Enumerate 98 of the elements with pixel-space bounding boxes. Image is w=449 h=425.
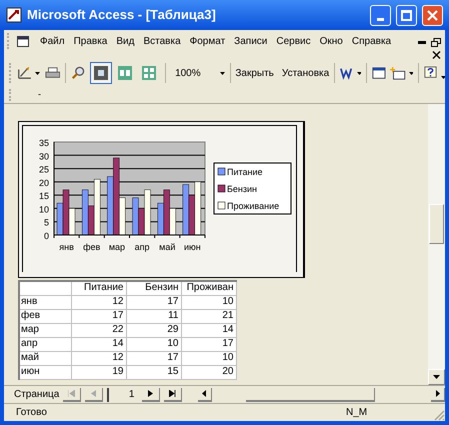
menu-item[interactable]: Справка: [348, 34, 396, 48]
y-tick-label: 25: [38, 164, 49, 175]
table-cell: 20: [181, 365, 236, 379]
y-tick-label: 35: [38, 138, 49, 148]
help-icon[interactable]: [424, 65, 438, 81]
menu-item[interactable]: Окно: [316, 34, 347, 48]
one-page-button[interactable]: [90, 62, 112, 84]
x-tick-label: фев: [83, 242, 100, 252]
first-page-button[interactable]: [63, 388, 81, 402]
zoom-dropdown[interactable]: 100%: [175, 66, 224, 80]
y-tick-label: 10: [38, 204, 49, 214]
menu-item[interactable]: Вставка: [139, 34, 185, 48]
last-icon[interactable]: [168, 390, 176, 397]
y-tick-label: 0: [44, 231, 49, 241]
table-cell: 17: [71, 309, 126, 323]
table-cell: 14: [71, 337, 126, 351]
y-tick-label: 15: [38, 191, 49, 202]
next-page-button[interactable]: [142, 388, 160, 402]
x-tick-label: апр: [134, 242, 150, 252]
close-icon[interactable]: [432, 50, 441, 58]
toolbar-button[interactable]: Закрыть: [235, 66, 274, 80]
table-cell: 15: [126, 365, 181, 379]
scrollbar-thumb[interactable]: [429, 204, 444, 244]
dropdown-arrow-icon[interactable]: [35, 72, 40, 74]
page-label: Страница: [14, 388, 60, 402]
vertical-scrollbar[interactable]: [428, 104, 445, 385]
table-cell: 17: [181, 337, 236, 351]
previous-page-button[interactable]: [84, 388, 103, 402]
table-cell: 12: [71, 351, 126, 365]
table-cell: апр: [19, 337, 71, 351]
table-cell: мар: [19, 323, 71, 337]
table-cell: 17: [126, 295, 181, 309]
legend-label: Питание: [227, 167, 263, 177]
table-cell: 21: [181, 309, 236, 323]
toolbar-button[interactable]: Установка: [282, 66, 330, 80]
new-object-icon[interactable]: [390, 66, 406, 80]
legend-label: Проживание: [227, 201, 280, 211]
window-title: Microsoft Access - [Таблица3]: [27, 6, 217, 24]
restore-icon[interactable]: [431, 38, 441, 46]
minimize-button[interactable]: [370, 4, 391, 26]
table-cell: 12: [71, 295, 126, 309]
table-cell: 17: [126, 351, 181, 365]
resize-grip-icon[interactable]: [433, 408, 445, 420]
table-cell: 14: [181, 323, 236, 337]
word-icon[interactable]: [340, 66, 354, 80]
table-cell: 11: [126, 309, 181, 323]
right-arrow-icon[interactable]: [436, 390, 440, 397]
menu-item[interactable]: Файл: [36, 34, 69, 48]
toolbar-label: -: [38, 88, 41, 101]
window-icon[interactable]: [372, 66, 386, 80]
table-cell: 22: [71, 323, 126, 337]
dropdown-arrow-icon[interactable]: [356, 72, 362, 74]
dropdown-arrow-icon[interactable]: [440, 76, 446, 78]
y-tick-label: 20: [38, 178, 49, 188]
table-cell: июн: [19, 365, 71, 379]
y-tick-label: 30: [38, 151, 49, 162]
table-cell: 10: [181, 351, 236, 365]
last-page-button[interactable]: [164, 388, 182, 402]
x-tick-label: июн: [184, 242, 201, 252]
table-cell: янв: [19, 295, 71, 309]
column-header: Бензин: [126, 281, 181, 295]
table-cell: фев: [19, 309, 71, 323]
printer-icon[interactable]: [44, 66, 60, 80]
table-cell: 19: [71, 365, 126, 379]
y-tick-label: 5: [44, 218, 49, 228]
table-cell: 10: [181, 295, 236, 309]
x-tick-label: май: [159, 242, 176, 252]
scroll-left-button[interactable]: [198, 388, 212, 402]
dropdown-arrow-icon[interactable]: [408, 72, 413, 74]
menu-item[interactable]: Записи: [230, 34, 272, 48]
status-indicator: N_M: [346, 406, 368, 420]
page-number-field[interactable]: 1: [106, 388, 138, 402]
horizontal-scrollbar[interactable]: [246, 388, 376, 402]
column-header: Проживан: [181, 281, 236, 295]
next-icon[interactable]: [148, 390, 154, 397]
scroll-down-button[interactable]: [428, 369, 445, 385]
legend-label: Бензин: [227, 184, 258, 194]
magnifier-icon[interactable]: [71, 65, 86, 81]
close-button[interactable]: [422, 4, 443, 26]
menu-item[interactable]: Правка: [70, 34, 112, 48]
status-text: Готово: [16, 406, 48, 420]
menu-item[interactable]: Вид: [112, 34, 138, 48]
document-icon[interactable]: [17, 36, 29, 46]
design-view-icon[interactable]: [16, 65, 32, 81]
x-tick-label: мар: [108, 242, 126, 252]
table-cell: 10: [126, 337, 181, 351]
menu-item[interactable]: Сервис: [272, 34, 315, 48]
down-arrow-icon[interactable]: [433, 375, 440, 379]
dropdown-arrow-icon[interactable]: [220, 72, 224, 74]
left-arrow-icon[interactable]: [202, 390, 206, 397]
maximize-button[interactable]: [396, 4, 417, 26]
menu-item[interactable]: Формат: [186, 34, 230, 48]
table-cell: 29: [126, 323, 181, 337]
column-header: Питание: [71, 281, 126, 295]
minimize-icon[interactable]: [418, 40, 426, 44]
x-tick-label: янв: [59, 242, 74, 252]
table-cell: май: [19, 351, 71, 365]
scroll-right-button[interactable]: [431, 388, 445, 402]
